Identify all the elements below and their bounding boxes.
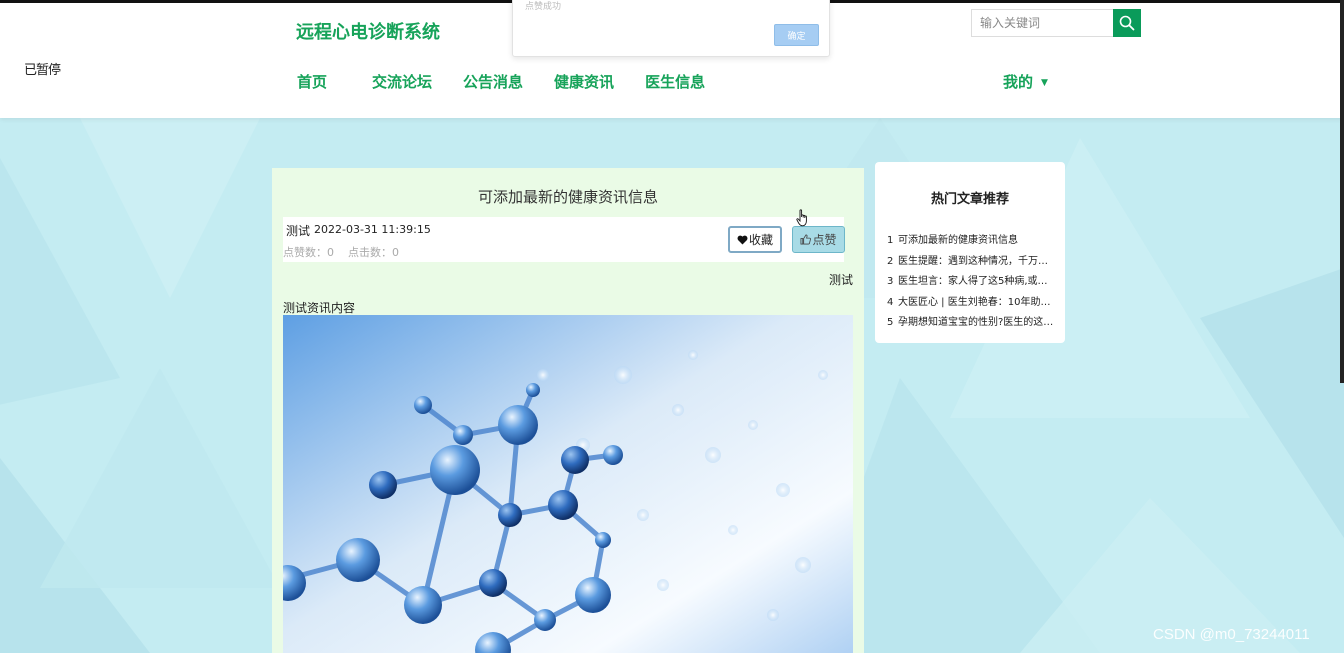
hot-articles-panel: 热门文章推荐 1 可添加最新的健康资讯信息 2 医生提醒：遇到这种情况，千万… 3医… [875, 162, 1065, 343]
article-title: 可添加最新的健康资讯信息 [477, 188, 658, 206]
main-nav: 首页 交流论坛 公告消息 健康资讯 医生信息 [297, 71, 736, 92]
search-input[interactable] [971, 9, 1113, 37]
search-bar [971, 9, 1141, 37]
search-icon [1119, 15, 1135, 31]
heart-icon [737, 235, 748, 245]
nav-health-news[interactable]: 健康资讯 [554, 71, 614, 92]
alert-dialog: 点赞成功 确定 [512, 0, 830, 57]
likes-count: 点赞数：0 [283, 246, 334, 259]
thumbs-up-icon [800, 234, 812, 245]
hot-articles-list: 1 可添加最新的健康资讯信息 2 医生提醒：遇到这种情况，千万… 3 医生坦言：家人得… [887, 231, 1055, 334]
molecule-image [283, 315, 853, 653]
article-counts: 点赞数：0 点击数：0 [283, 244, 399, 260]
article-time: 2022-03-31 11:39:15 [314, 223, 431, 236]
list-item[interactable]: 2 医生提醒：遇到这种情况，千万… [887, 252, 1055, 273]
nav-doctors[interactable]: 医生信息 [645, 71, 705, 92]
article-category: 测试 [828, 273, 853, 287]
article-panel: 可添加最新的健康资讯信息 测试 2022-03-31 11:39:15 点赞数：… [272, 168, 864, 653]
list-item[interactable]: 3 医生坦言：家人得了这5种病,或可… [887, 272, 1055, 293]
mine-dropdown[interactable]: 我的 ▼ [1003, 71, 1048, 92]
search-button[interactable] [1113, 9, 1141, 37]
nav-notices[interactable]: 公告消息 [463, 71, 523, 92]
nav-forum[interactable]: 交流论坛 [372, 71, 432, 92]
nav-home[interactable]: 首页 [297, 71, 327, 92]
alert-confirm-button[interactable]: 确定 [774, 24, 819, 46]
status-text: 已暂停 [24, 63, 61, 78]
article-author: 测试 [286, 224, 311, 238]
alert-message: 点赞成功 [525, 2, 562, 12]
hand-cursor-icon [796, 209, 810, 231]
scrollbar[interactable] [1340, 0, 1344, 383]
list-item[interactable]: 4 大医匠心 | 医生刘艳春：10年助1… [887, 293, 1055, 314]
list-item[interactable]: 1 可添加最新的健康资讯信息 [887, 231, 1055, 252]
article-content: 测试资讯内容 [283, 301, 356, 315]
hot-articles-title: 热门文章推荐 [930, 192, 1009, 207]
mine-label: 我的 [1003, 73, 1034, 91]
caret-down-icon: ▼ [1041, 77, 1048, 88]
like-label: 点赞 [812, 233, 837, 247]
watermark: CSDN @m0_73244011 [1153, 626, 1310, 643]
favorite-button[interactable]: 收藏 [728, 226, 782, 253]
article-meta: 测试 2022-03-31 11:39:15 点赞数：0 点击数：0 收藏 点赞 [283, 217, 845, 262]
list-item[interactable]: 5 孕期想知道宝宝的性别?医生的这… [887, 313, 1055, 334]
site-title[interactable]: 远程心电诊断系统 [296, 18, 440, 44]
favorite-label: 收藏 [748, 233, 773, 247]
clicks-count: 点击数：0 [348, 246, 399, 259]
